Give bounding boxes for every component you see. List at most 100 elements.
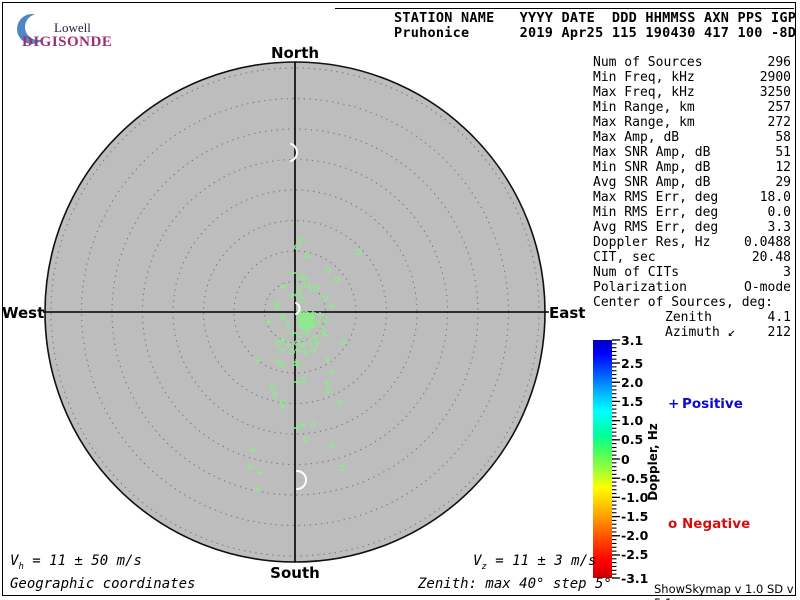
legend-positive-label: Positive bbox=[682, 396, 743, 412]
source-marker bbox=[281, 363, 286, 368]
source-marker bbox=[290, 350, 295, 355]
stat-row: PolarizationO-mode bbox=[593, 280, 791, 295]
label-south: South bbox=[255, 564, 335, 582]
colorbar-tick-label: -1.0 bbox=[621, 490, 655, 505]
stat-row: Max Range, km272 bbox=[593, 115, 791, 130]
source-marker bbox=[290, 330, 296, 336]
stat-label: Azimuth ↙ bbox=[593, 325, 735, 340]
source-marker bbox=[308, 324, 313, 329]
skymap-disk bbox=[45, 62, 545, 562]
showskymap-window: Lowell DIGISONDE STATION NAME YYYY DATE … bbox=[0, 0, 800, 600]
source-marker bbox=[250, 447, 256, 453]
source-marker bbox=[317, 312, 323, 318]
colorbar-tick-label: -2.0 bbox=[621, 528, 655, 543]
coordinate-system-label: Geographic coordinates bbox=[10, 576, 195, 592]
stat-row: Doppler Res, Hz0.0488 bbox=[593, 235, 791, 250]
source-marker bbox=[310, 314, 316, 320]
source-marker bbox=[311, 323, 316, 328]
source-marker bbox=[316, 321, 321, 326]
stat-label: Max RMS Err, deg bbox=[593, 190, 718, 205]
zenith-scale-note: Zenith: max 40° step 5° bbox=[418, 576, 612, 592]
stat-row: Max Amp, dB58 bbox=[593, 130, 791, 145]
stat-row: Min RMS Err, deg0.0 bbox=[593, 205, 791, 220]
stat-label: Avg SNR Amp, dB bbox=[593, 175, 710, 190]
source-marker bbox=[285, 342, 291, 348]
source-marker bbox=[323, 296, 328, 301]
stat-label: Min Freq, kHz bbox=[593, 70, 695, 85]
stat-value: 20.48 bbox=[752, 250, 791, 265]
source-marker bbox=[322, 332, 328, 338]
header-separator bbox=[335, 8, 794, 9]
stat-label: Num of Sources bbox=[593, 55, 703, 70]
source-marker bbox=[285, 322, 291, 328]
source-marker bbox=[301, 315, 306, 320]
source-marker bbox=[340, 466, 345, 471]
source-marker bbox=[300, 312, 305, 317]
stat-label: Zenith bbox=[593, 310, 712, 325]
legend-negative: oNegative bbox=[668, 516, 750, 532]
stat-label: Num of CITs bbox=[593, 265, 679, 280]
source-marker bbox=[326, 388, 331, 393]
source-marker bbox=[356, 250, 361, 255]
colorbar-tick-label: -0.5 bbox=[621, 471, 655, 486]
stat-row: Num of Sources296 bbox=[593, 55, 791, 70]
source-marker bbox=[281, 315, 286, 320]
source-marker bbox=[300, 342, 306, 348]
measurement-stats-panel: Num of Sources296Min Freq, kHz2900Max Fr… bbox=[593, 55, 791, 340]
source-marker bbox=[297, 311, 302, 316]
source-marker bbox=[307, 316, 312, 321]
source-marker bbox=[305, 315, 310, 320]
label-east: East bbox=[549, 304, 599, 322]
source-marker bbox=[289, 292, 295, 298]
software-version: ShowSkymap v 1.0 SD v 5.1 bbox=[654, 582, 800, 600]
source-marker bbox=[307, 313, 313, 319]
stat-row: Avg SNR Amp, dB 29 bbox=[593, 175, 791, 190]
source-marker bbox=[276, 341, 281, 346]
source-marker bbox=[310, 286, 315, 291]
source-marker bbox=[294, 379, 300, 385]
source-marker bbox=[308, 315, 314, 321]
stat-value: 272 bbox=[768, 115, 791, 130]
source-marker bbox=[299, 323, 304, 328]
source-marker bbox=[279, 404, 285, 410]
source-marker bbox=[300, 298, 305, 303]
stat-label: CIT, sec bbox=[593, 250, 656, 265]
source-marker bbox=[305, 331, 310, 336]
stat-row: Center of Sources, deg: bbox=[593, 295, 791, 310]
source-marker bbox=[298, 238, 303, 243]
source-marker bbox=[295, 245, 300, 250]
source-marker bbox=[309, 323, 315, 329]
stat-row: Zenith4.1 bbox=[593, 310, 791, 325]
colorbar-tick-label: -2.5 bbox=[621, 547, 655, 562]
colorbar-ticks bbox=[612, 340, 620, 578]
source-marker bbox=[280, 284, 286, 290]
header-station-values: Pruhonice 2019 Apr25 115 190430 417 100 … bbox=[394, 25, 796, 41]
source-marker bbox=[308, 340, 313, 345]
stat-value: O-mode bbox=[744, 280, 791, 295]
source-marker bbox=[310, 310, 316, 316]
source-marker bbox=[304, 318, 309, 323]
stat-value: 0.0 bbox=[768, 205, 791, 220]
source-marker bbox=[295, 341, 300, 346]
stat-value: 29 bbox=[775, 175, 791, 190]
source-marker bbox=[293, 359, 299, 365]
source-marker bbox=[303, 276, 308, 281]
label-west: West bbox=[2, 304, 43, 322]
source-marker bbox=[307, 321, 312, 326]
stat-value: 12 bbox=[775, 160, 791, 175]
source-marker bbox=[301, 378, 306, 383]
source-marker bbox=[303, 321, 308, 326]
source-marker bbox=[311, 348, 316, 353]
source-marker bbox=[305, 283, 310, 288]
source-marker bbox=[304, 319, 310, 325]
source-marker bbox=[294, 425, 300, 431]
source-marker bbox=[306, 324, 311, 329]
colorbar-tick-label: 0.5 bbox=[621, 432, 655, 447]
stat-value: 212 bbox=[768, 325, 791, 340]
stat-row: Num of CITs3 bbox=[593, 265, 791, 280]
legend-positive: +Positive bbox=[668, 396, 743, 412]
source-marker bbox=[310, 318, 315, 323]
stat-row: Max SNR Amp, dB51 bbox=[593, 145, 791, 160]
source-marker bbox=[299, 324, 305, 330]
label-north: North bbox=[255, 44, 335, 62]
